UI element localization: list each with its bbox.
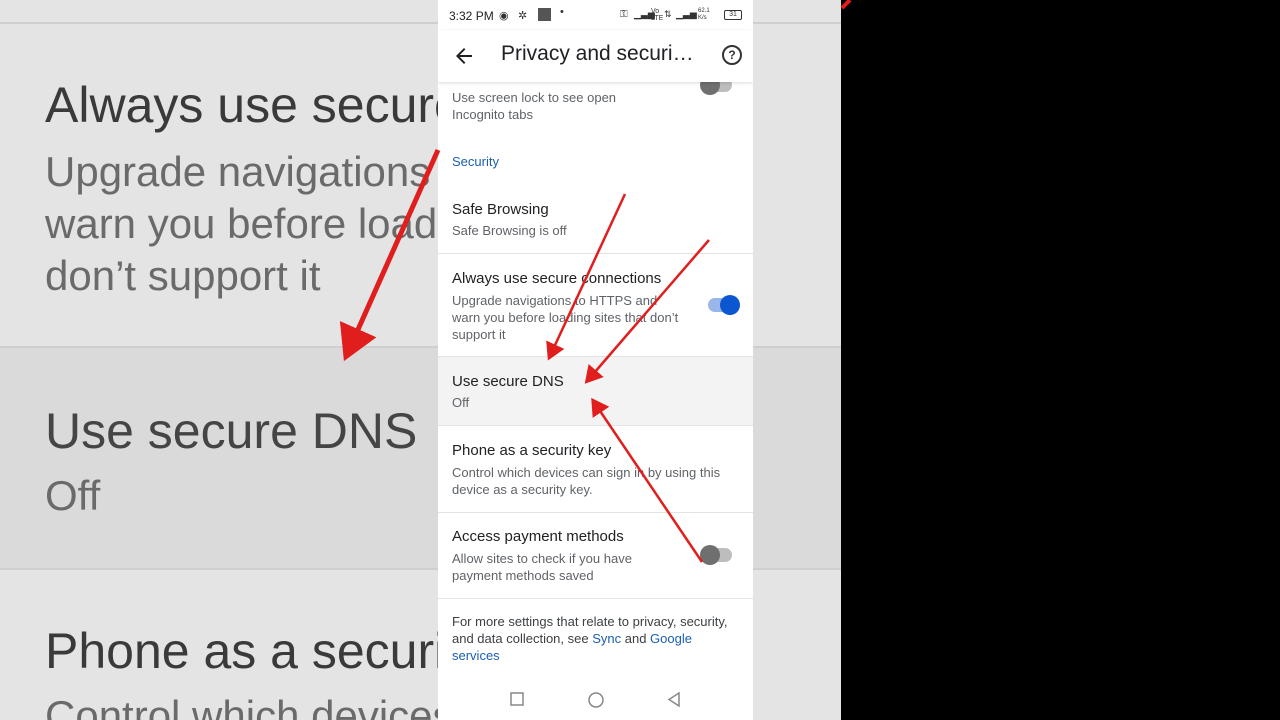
bg-subtitle-line: warn you before loading sites that [45, 200, 438, 247]
annotation-arrow [840, 0, 852, 10]
secure-dns-row[interactable]: Use secure DNS Off [438, 357, 753, 425]
recents-icon[interactable] [510, 692, 524, 706]
volte-icon: Vo LTE [651, 8, 664, 22]
row-title: Safe Browsing [452, 201, 549, 218]
bg-highlight-band [753, 348, 841, 568]
app-bar: Privacy and securi… ? [438, 30, 753, 82]
key-icon: ⚿ [620, 9, 628, 20]
row-title: Access payment methods [452, 528, 624, 545]
video-frame: Always use secure connections Upgrade na… [0, 0, 1280, 720]
battery-icon: 31 [724, 10, 742, 20]
page-title: Privacy and securi… [501, 42, 694, 65]
data-arrows-icon: ⇅ [664, 9, 672, 19]
row-title: Always use secure connections [452, 270, 662, 287]
row-title: Phone as a security key [452, 442, 612, 459]
bg-subtitle-off: Off [45, 472, 101, 519]
secure-connections-toggle[interactable] [708, 295, 740, 315]
row-subtitle: Off [452, 395, 470, 410]
bg-title-secure-connections: Always use secure connections [45, 77, 438, 133]
row-subtitle: Use screen lock to see open Incognito ta… [452, 90, 617, 122]
payment-methods-toggle[interactable] [700, 545, 732, 565]
signal-4g-icon: ▁▃▅ [676, 9, 697, 19]
row-subtitle: Safe Browsing is off [452, 223, 567, 238]
row-subtitle: Upgrade navigations to HTTPS and warn yo… [452, 293, 679, 342]
bg-subtitle-line: Control which devices can sign in by usi… [45, 692, 438, 720]
bg-divider [753, 568, 841, 570]
home-icon[interactable] [588, 692, 604, 708]
zoomed-background-left: Always use secure connections Upgrade na… [0, 0, 438, 720]
status-bar: 3:32 PM ◉ ✲ • ⚿ ▁▃▅ Vo LTE ⇅ ▁▃▅ 62.1 K/s … [438, 0, 753, 30]
bg-divider [0, 22, 438, 24]
status-time: 3:32 PM [449, 9, 494, 23]
dot-icon: • [560, 6, 564, 18]
secure-connections-row[interactable]: Always use secure connections Upgrade na… [438, 254, 753, 356]
divider [438, 598, 753, 599]
system-nav-bar [438, 680, 753, 720]
row-subtitle: Control which devices can sign in by usi… [452, 465, 721, 497]
footer-text: For more settings that relate to privacy… [452, 613, 732, 664]
sync-link[interactable]: Sync [592, 631, 621, 646]
speed-icon: 62.1 K/s [698, 8, 710, 21]
safe-browsing-row[interactable]: Safe Browsing Safe Browsing is off [438, 186, 753, 254]
help-icon[interactable]: ? [722, 45, 742, 65]
phone-screen: 3:32 PM ◉ ✲ • ⚿ ▁▃▅ Vo LTE ⇅ ▁▃▅ 62.1 K/s … [438, 0, 753, 720]
section-header-security: Security [452, 154, 499, 169]
row-subtitle: Allow sites to check if you have payment… [452, 551, 632, 583]
footer-text-and: and [621, 631, 651, 646]
bg-subtitle-line: don’t support it [45, 252, 321, 299]
back-arrow-icon[interactable] [452, 44, 476, 68]
zoomed-background-right [753, 0, 841, 720]
bg-title-secure-dns: Use secure DNS [45, 403, 418, 459]
row-title: Use secure DNS [452, 373, 564, 390]
location-icon: ◉ [499, 10, 509, 22]
brightness-icon: ✲ [518, 10, 528, 22]
gallery-icon [538, 8, 551, 21]
bg-divider [753, 22, 841, 24]
back-nav-icon[interactable] [667, 692, 681, 707]
settings-list: leave Chrome Use screen lock to see open… [438, 60, 753, 680]
bg-divider [0, 568, 438, 570]
toggle-thumb [700, 545, 720, 565]
bg-title-security-key: Phone as a security key [45, 623, 438, 679]
bg-subtitle-line: Upgrade navigations to HTTPS and [45, 148, 438, 195]
payment-methods-row[interactable]: Access payment methods Allow sites to ch… [438, 513, 753, 599]
toggle-thumb [720, 295, 740, 315]
security-key-row[interactable]: Phone as a security key Control which de… [438, 426, 753, 512]
